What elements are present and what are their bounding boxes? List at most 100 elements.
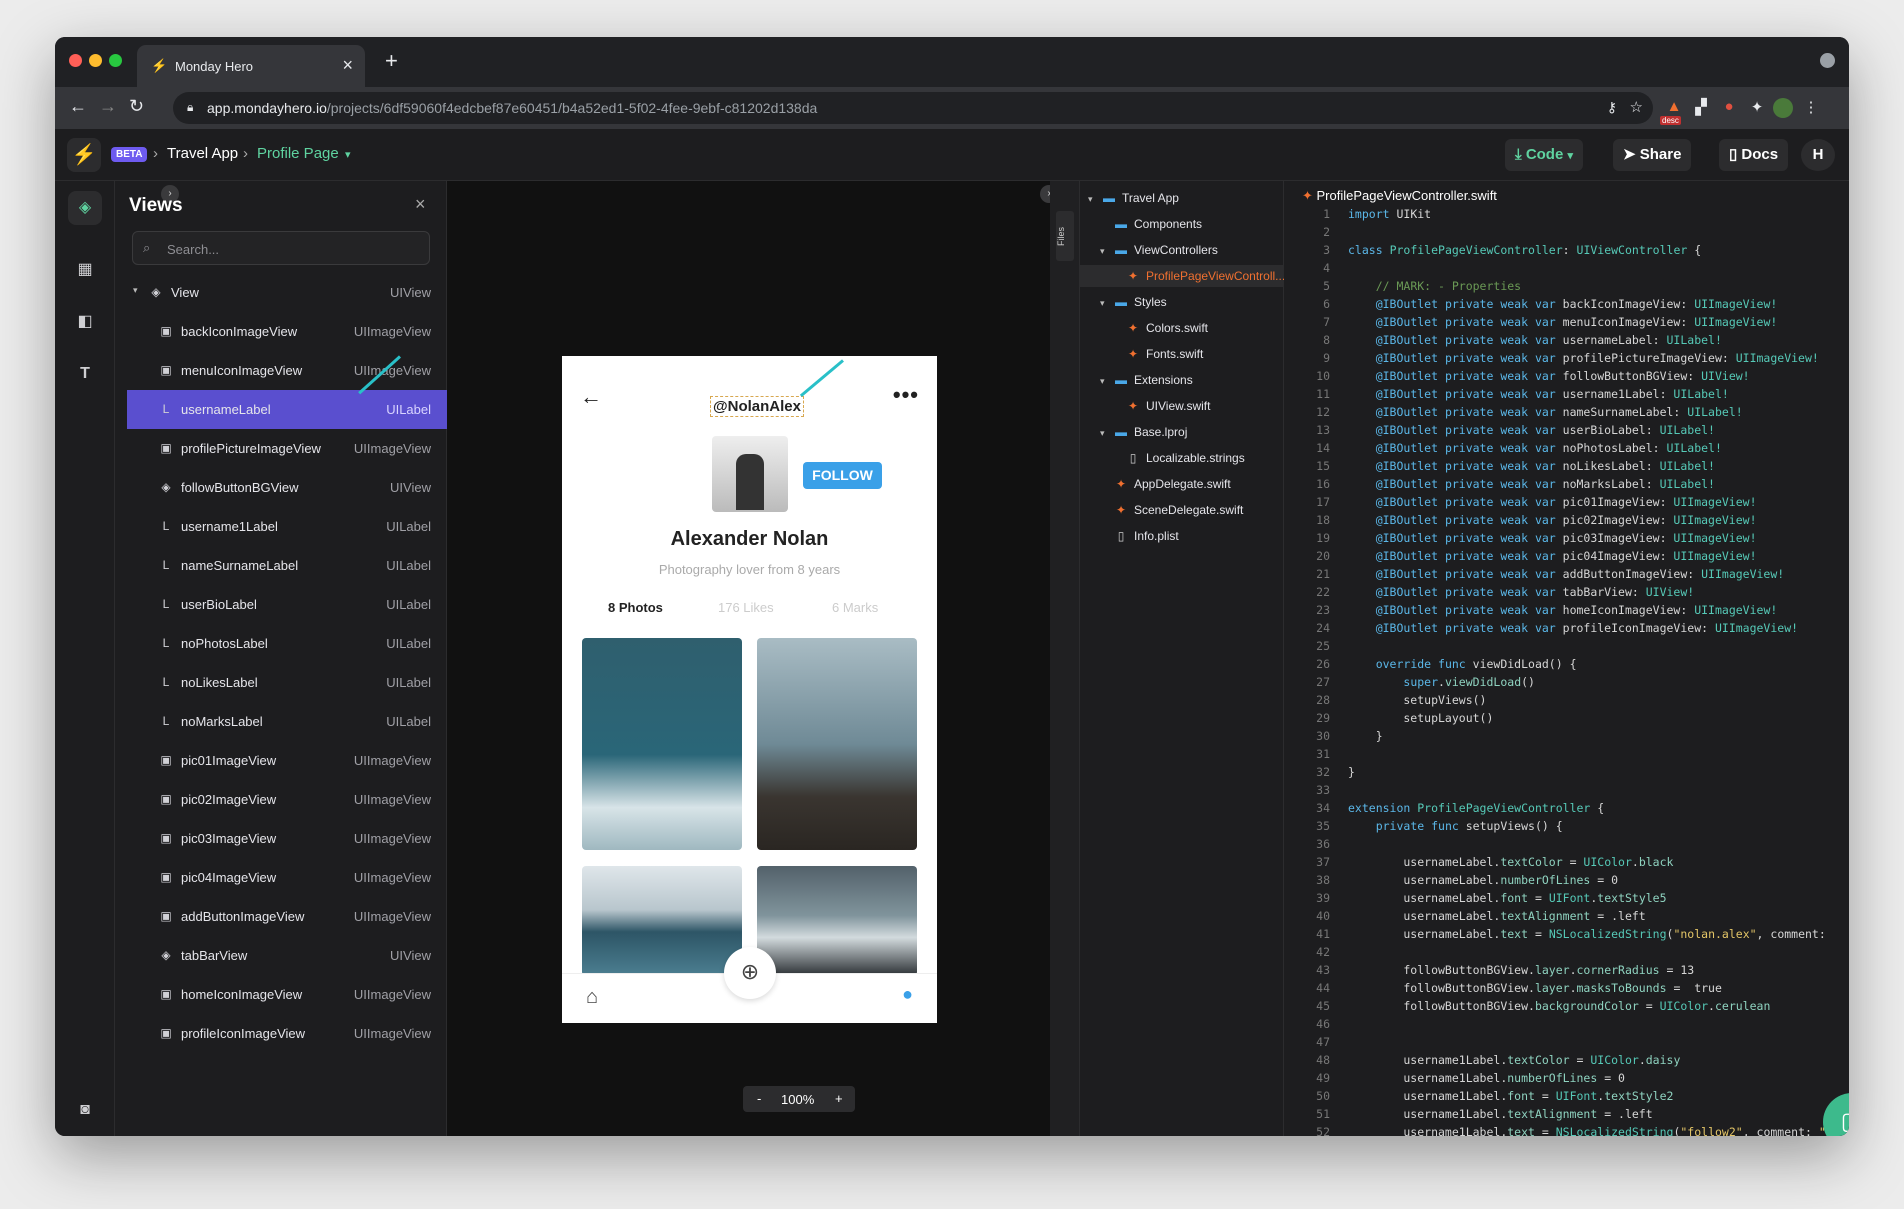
file-tree-item[interactable]: ▾ ▬ Styles [1080,291,1284,313]
view-tree-item[interactable]: LusernameLabel UILabel [127,390,447,429]
view-tree-item[interactable]: LnoPhotosLabel UILabel [127,624,447,663]
view-tree-item[interactable]: ◈ followButtonBGView UIView [127,468,447,507]
file-tree-item[interactable]: ▾ ▬ Travel App [1080,187,1284,209]
docs-button[interactable]: ▯ Docs [1719,139,1789,171]
breadcrumb-page[interactable]: Profile Page [257,145,339,162]
add-button[interactable]: ⊕ [724,947,776,999]
pin-extension-icon[interactable]: ▞ [1691,98,1711,118]
view-tree-item[interactable]: ▣ homeIconImageView UIImageView [127,975,447,1014]
url-field[interactable]: 🔒︎ app.mondayhero.io/projects/6df59060f4… [173,92,1653,124]
view-tree-item-type: UILabel [386,519,431,534]
assets-icon[interactable]: ◧ [68,305,102,339]
breadcrumb-project[interactable]: Travel App [167,145,238,162]
username-label[interactable]: @NolanAlex [710,396,804,417]
pic-04[interactable] [757,866,917,976]
view-tree-item-name: followButtonBGView [181,480,299,495]
views-search-input[interactable]: ⌕ Search... [132,231,430,265]
feedback-icon[interactable]: ◙ [68,1093,102,1127]
reload-icon[interactable]: ↻ [129,96,144,117]
file-tree-item[interactable]: ✦ Fonts.swift [1080,343,1284,365]
user-bio-label[interactable]: Photography lover from 8 years [562,562,937,577]
profile-picture[interactable] [712,436,788,512]
follow-button[interactable]: FOLLOW [803,462,882,489]
file-tree-item[interactable]: ▾ ▬ ViewControllers [1080,239,1284,261]
photos-count-label[interactable]: 8 Photos [608,600,663,615]
view-tree-item[interactable]: ▣ pic02ImageView UIImageView [127,780,447,819]
star-icon[interactable]: ☆ [1630,98,1643,116]
bolt-icon: ⚡ [151,58,168,73]
back-arrow-icon[interactable]: ← [69,96,87,117]
file-tree-item[interactable]: ✦ SceneDelegate.swift [1080,499,1284,521]
kebab-menu-icon[interactable]: ⋮ [1801,98,1821,118]
home-icon[interactable]: ⌂ [586,986,598,1009]
more-icon[interactable]: ••• [893,382,919,408]
view-tree-item[interactable]: ▣ backIconImageView UIImageView [127,312,447,351]
browser-tab[interactable]: ⚡ Monday Hero × [137,45,365,87]
grid-icon[interactable]: ▦ [68,253,102,287]
chevron-down-icon[interactable]: ▾ [1088,188,1100,210]
file-tree-item[interactable]: ▯ Localizable.strings [1080,447,1284,469]
chevron-down-icon[interactable]: ▾ [1100,292,1112,314]
view-tree-item[interactable]: LnameSurnameLabel UILabel [127,546,447,585]
view-tree-item[interactable]: LnoMarksLabel UILabel [127,702,447,741]
close-window-button[interactable] [69,54,82,67]
profile-icon[interactable]: ● [902,984,913,1005]
share-button[interactable]: ➤ Share [1613,139,1692,171]
back-arrow-icon[interactable]: ← [580,384,602,410]
view-tree-item[interactable]: ▣ pic03ImageView UIImageView [127,819,447,858]
view-tree-item[interactable]: ▣ profilePictureImageView UIImageView [127,429,447,468]
view-tree-item[interactable]: Lusername1Label UILabel [127,507,447,546]
file-tree-item[interactable]: ▬ Components [1080,213,1284,235]
forward-arrow-icon[interactable]: → [99,96,117,117]
file-tree-item[interactable]: ▾ ▬ Base.lproj [1080,421,1284,443]
chevron-down-icon[interactable]: ▾ [133,285,138,296]
tab-search-button[interactable] [1820,53,1835,68]
name-surname-label[interactable]: Alexander Nolan [562,528,937,551]
zoom-in-button[interactable]: + [835,1091,843,1106]
new-tab-button[interactable]: + [385,48,398,74]
likes-count-label[interactable]: 176 Likes [718,600,774,615]
close-icon[interactable]: × [415,194,426,215]
code-button[interactable]: ⤓ Code ▾ [1505,139,1584,171]
key-icon[interactable]: ⚷ [1607,99,1617,116]
puzzle-icon[interactable]: ✦ [1747,98,1767,118]
view-tree-item-type: UILabel [386,714,431,729]
file-tree-item[interactable]: ✦ ProfilePageViewControll... [1080,265,1285,287]
extension-icon[interactable]: ▲ [1664,98,1684,118]
view-tree-item[interactable]: ▾ ◈ View UIView [127,273,447,312]
pic-01[interactable] [582,638,742,850]
layers-icon[interactable]: ◈ [68,191,102,225]
profile-avatar[interactable] [1773,98,1793,118]
text-styles-icon[interactable]: T [68,357,102,391]
file-tree-item[interactable]: ✦ AppDelegate.swift [1080,473,1284,495]
zoom-window-button[interactable] [109,54,122,67]
files-tab[interactable]: Files [1056,211,1074,261]
user-avatar[interactable]: H [1801,139,1835,171]
close-tab-icon[interactable]: × [342,55,353,76]
view-tree-item[interactable]: ▣ profileIconImageView UIImageView [127,1014,447,1053]
pic-03[interactable] [582,866,742,976]
file-tree-item[interactable]: ▯ Info.plist [1080,525,1284,547]
record-extension-icon[interactable]: ● [1719,98,1739,118]
chevron-down-icon[interactable]: ▾ [1100,370,1112,392]
file-icon: ▯ [1117,529,1125,543]
view-tree-item[interactable]: ◈ tabBarView UIView [127,936,447,975]
zoom-out-button[interactable]: - [757,1091,761,1106]
bolt-logo-icon[interactable]: ⚡ [67,138,101,172]
chevron-down-icon[interactable]: ▾ [1100,422,1112,444]
chevron-down-icon[interactable]: ▾ [345,148,351,161]
view-tree-item[interactable]: LuserBioLabel UILabel [127,585,447,624]
view-tree-item[interactable]: ▣ pic04ImageView UIImageView [127,858,447,897]
line-number: 28 [1316,693,1330,707]
file-tree-item[interactable]: ✦ UIView.swift [1080,395,1284,417]
view-tree-item[interactable]: ▣ addButtonImageView UIImageView [127,897,447,936]
minimize-window-button[interactable] [89,54,102,67]
view-tree-item[interactable]: LnoLikesLabel UILabel [127,663,447,702]
pic-02[interactable] [757,638,917,850]
file-tree-item[interactable]: ▾ ▬ Extensions [1080,369,1284,391]
chevron-down-icon[interactable]: ▾ [1100,240,1112,262]
file-tree-item[interactable]: ✦ Colors.swift [1080,317,1284,339]
marks-count-label[interactable]: 6 Marks [832,600,878,615]
line-number: 21 [1316,567,1330,581]
view-tree-item[interactable]: ▣ pic01ImageView UIImageView [127,741,447,780]
